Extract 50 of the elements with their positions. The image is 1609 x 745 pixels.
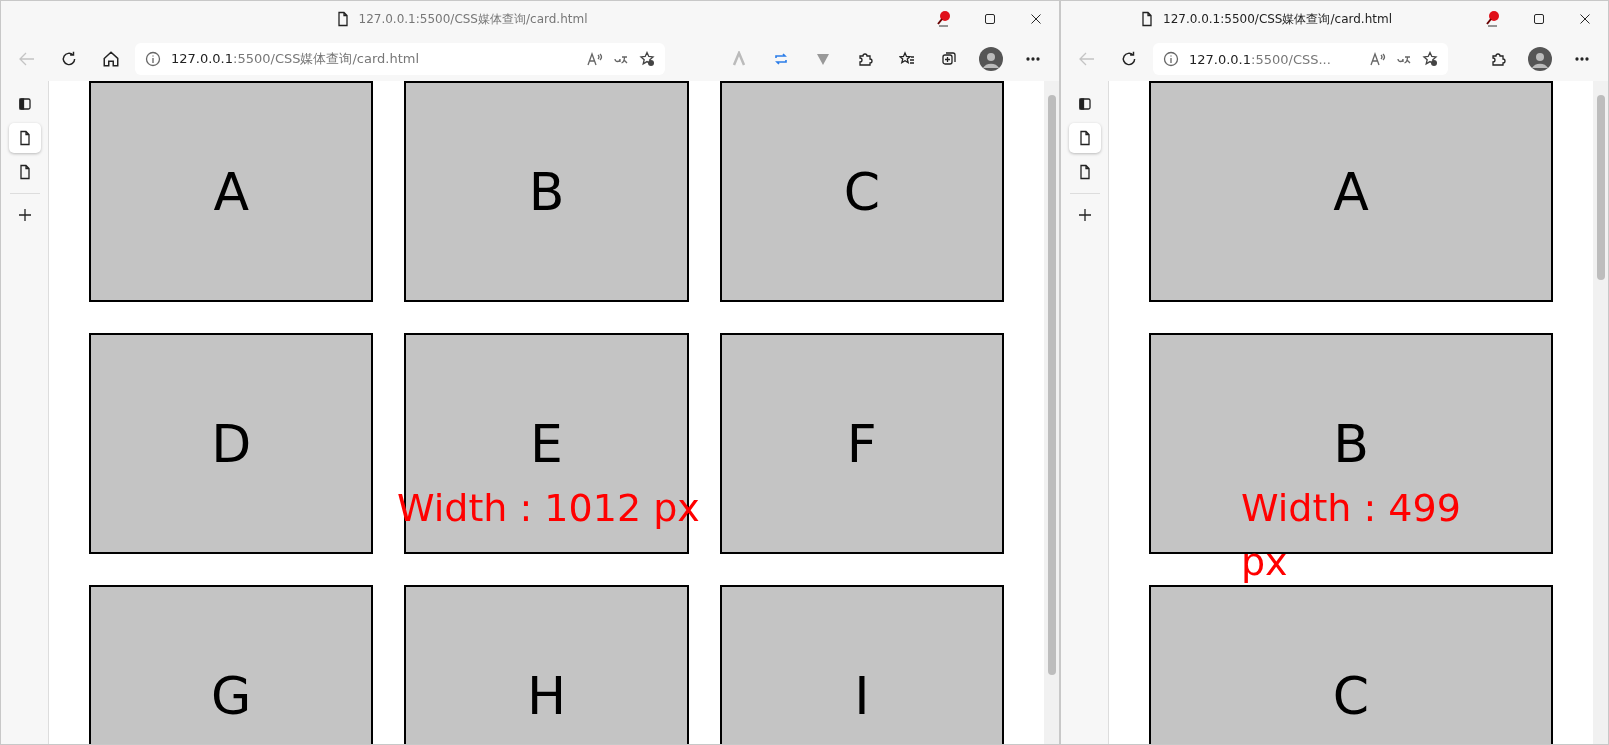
refresh-icon — [1120, 50, 1138, 68]
extensions-icon — [857, 51, 873, 67]
read-aloud-icon — [1370, 51, 1386, 67]
letter-card: H — [404, 585, 689, 744]
page-icon — [1139, 11, 1155, 27]
letter-card: A — [89, 81, 374, 302]
extensions-icon — [1490, 51, 1506, 67]
letter-card: I — [719, 585, 1004, 744]
address-field[interactable]: 127.0.0.1:5500/CSS... — [1153, 43, 1448, 75]
width-label: Width : 499 px — [1241, 485, 1462, 586]
letter-card: C — [1149, 585, 1553, 744]
pin-icon — [935, 10, 953, 28]
refresh-icon — [60, 50, 78, 68]
window-title: 127.0.0.1:5500/CSS媒体查询/card.html — [1163, 10, 1392, 28]
add-favorite-icon — [639, 51, 655, 67]
collections-icon — [941, 51, 957, 67]
scrollbar[interactable] — [1044, 81, 1059, 744]
letter-card: G — [89, 585, 374, 744]
tab-actions-icon — [16, 96, 33, 112]
window-title: 127.0.0.1:5500/CSS媒体查询/card.html — [358, 10, 588, 28]
back-icon — [1078, 51, 1096, 67]
letter-card: F — [719, 333, 1004, 554]
avatar-icon — [979, 47, 1003, 71]
info-icon — [1163, 51, 1179, 67]
close-icon — [1579, 13, 1591, 25]
letter-card: C — [719, 81, 1004, 302]
maximize-icon — [984, 13, 996, 25]
scrollbar[interactable] — [1593, 81, 1608, 744]
tab-actions-icon — [1076, 96, 1093, 112]
info-icon — [145, 51, 161, 67]
extension-icon — [815, 51, 831, 67]
new-tab-icon — [1076, 207, 1093, 223]
read-aloud-icon — [587, 51, 603, 67]
vertical-tab[interactable] — [1068, 123, 1101, 153]
vertical-tab[interactable] — [8, 123, 41, 153]
maximize-icon — [1533, 13, 1545, 25]
add-favorite-icon — [1422, 51, 1438, 67]
favorites-icon — [899, 51, 915, 67]
new-tab-icon — [16, 207, 33, 223]
letter-card: B — [404, 81, 689, 302]
letter-card: D — [89, 333, 374, 554]
avatar-icon — [1528, 47, 1552, 71]
back-icon — [18, 51, 36, 67]
repeat-icon — [773, 51, 789, 67]
letter-card: A — [1149, 81, 1553, 302]
pin-icon — [1484, 10, 1502, 28]
extension-icon — [731, 51, 747, 67]
address-field[interactable]: 127.0.0.1:5500/CSS媒体查询/card.html — [135, 43, 665, 75]
home-icon — [102, 50, 120, 68]
close-icon — [1030, 13, 1042, 25]
